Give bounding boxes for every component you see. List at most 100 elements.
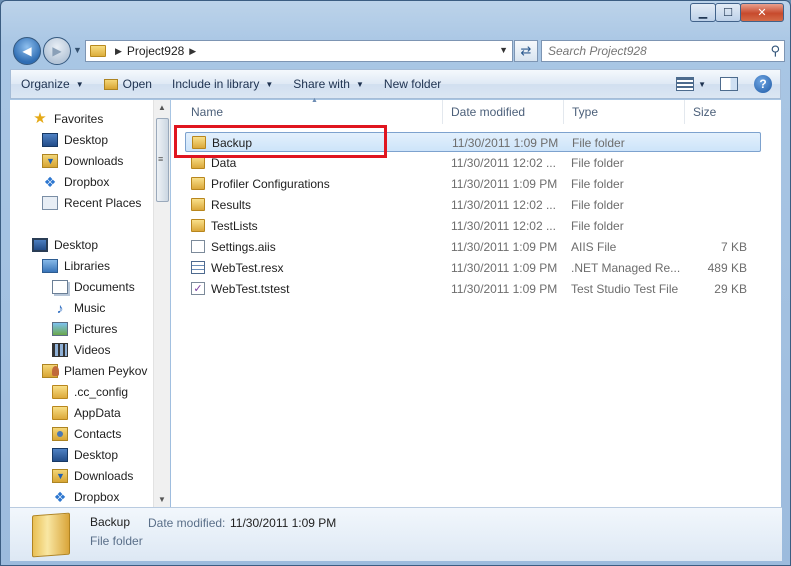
- minimize-button[interactable]: ▁: [690, 3, 716, 22]
- sidebar-item-label: Downloads: [74, 469, 134, 483]
- file-row-testlists[interactable]: TestLists 11/30/2011 12:02 ... File fold…: [185, 216, 761, 236]
- dropbox-icon: ❖: [43, 174, 57, 190]
- file-type: File folder: [571, 198, 624, 212]
- desktop-icon: [32, 238, 48, 252]
- folder-icon: [191, 219, 205, 232]
- sidebar-item-label: Music: [74, 301, 106, 315]
- sidebar-item-appdata[interactable]: AppData: [52, 403, 121, 423]
- document-icon: [191, 240, 205, 253]
- sidebar-item-label: Desktop: [54, 238, 99, 252]
- sidebar-item-desktop[interactable]: Desktop: [42, 130, 108, 150]
- details-item-type: File folder: [90, 534, 143, 548]
- folder-icon: [90, 45, 106, 57]
- chevron-down-icon: ▼: [265, 79, 274, 89]
- file-type: File folder: [572, 136, 625, 150]
- folder-icon: [52, 385, 68, 399]
- sidebar-item-cc-config[interactable]: .cc_config: [52, 382, 128, 402]
- desktop-folder-icon: [52, 448, 68, 462]
- file-row-webtest-resx[interactable]: WebTest.resx 11/30/2011 1:09 PM .NET Man…: [185, 258, 761, 278]
- sidebar-item-downloads[interactable]: Downloads: [42, 151, 123, 171]
- navigation-pane-scrollbar[interactable]: ▲ ≡ ▼: [153, 100, 170, 507]
- sidebar-item-label: Videos: [74, 343, 111, 357]
- sidebar-item-label: .cc_config: [74, 385, 129, 399]
- address-bar[interactable]: ▶ Project928 ▶ ▼: [85, 40, 513, 62]
- history-dropdown-icon[interactable]: ▼: [73, 45, 83, 55]
- videos-icon: [52, 343, 68, 357]
- chevron-down-icon: ▼: [355, 79, 364, 89]
- chevron-right-icon[interactable]: ▶: [189, 46, 196, 57]
- downloads-icon: [42, 154, 58, 168]
- file-row-profiler-configurations[interactable]: Profiler Configurations 11/30/2011 1:09 …: [185, 174, 761, 194]
- column-header-size[interactable]: Size: [685, 100, 761, 124]
- file-type: AIIS File: [571, 240, 617, 254]
- file-name: TestLists: [211, 219, 258, 233]
- file-name: Profiler Configurations: [211, 177, 330, 191]
- sidebar-item-dropbox[interactable]: ❖ Dropbox: [42, 172, 110, 192]
- search-input[interactable]: [548, 44, 758, 58]
- include-in-library-menu[interactable]: Include in library ▼: [162, 70, 283, 98]
- preview-pane-icon[interactable]: [720, 77, 738, 91]
- chevron-right-icon[interactable]: ▶: [115, 46, 122, 57]
- forward-button[interactable]: ▶: [43, 37, 71, 65]
- details-date-label: Date modified:: [148, 516, 226, 530]
- sidebar-item-desktop-root[interactable]: Desktop: [32, 235, 98, 255]
- new-folder-label: New folder: [383, 77, 442, 91]
- file-size: 489 KB: [707, 261, 747, 275]
- file-name: Results: [211, 198, 252, 212]
- breadcrumb-project928[interactable]: Project928: [127, 44, 184, 58]
- share-with-menu[interactable]: Share with ▼: [283, 70, 374, 98]
- file-date: 11/30/2011 1:09 PM: [451, 240, 558, 254]
- column-header-name[interactable]: Name: [183, 100, 443, 124]
- file-date: 11/30/2011 1:09 PM: [451, 282, 558, 296]
- sidebar-item-label: Dropbox: [64, 175, 110, 189]
- sidebar-item-user-dropbox[interactable]: ❖ Dropbox: [52, 487, 120, 507]
- file-row-webtest-tstest[interactable]: ✓ WebTest.tstest 11/30/2011 1:09 PM Test…: [185, 279, 761, 299]
- sidebar-item-recent-places[interactable]: Recent Places: [42, 193, 141, 213]
- search-icon[interactable]: ⚲: [770, 43, 780, 59]
- sidebar-item-contacts[interactable]: Contacts: [52, 424, 121, 444]
- tstest-icon: ✓: [191, 282, 205, 295]
- sidebar-item-label: Downloads: [64, 154, 124, 168]
- folder-icon: [191, 198, 205, 211]
- scroll-up-icon[interactable]: ▲: [158, 103, 166, 112]
- column-header-date-modified[interactable]: Date modified: [443, 100, 564, 124]
- view-options-dropdown-icon[interactable]: ▼: [698, 80, 706, 89]
- file-row-settings-aiis[interactable]: Settings.aiis 11/30/2011 1:09 PM AIIS Fi…: [185, 237, 761, 257]
- close-button[interactable]: ✕: [740, 3, 784, 22]
- file-row-results[interactable]: Results 11/30/2011 12:02 ... File folder: [185, 195, 761, 215]
- sidebar-item-music[interactable]: ♪ Music: [52, 298, 106, 318]
- open-button[interactable]: Open: [94, 70, 162, 98]
- file-type: File folder: [571, 219, 624, 233]
- help-icon[interactable]: ?: [754, 75, 772, 93]
- refresh-button[interactable]: ⇄: [514, 40, 538, 62]
- maximize-button[interactable]: ☐: [715, 3, 741, 22]
- sidebar-item-favorites[interactable]: ★ Favorites: [32, 109, 103, 129]
- details-pane: Backup Date modified: 11/30/2011 1:09 PM…: [10, 507, 782, 561]
- file-date: 11/30/2011 12:02 ...: [451, 219, 556, 233]
- documents-icon: [52, 280, 68, 294]
- back-button[interactable]: ◀: [13, 37, 41, 65]
- file-name: WebTest.tstest: [211, 282, 290, 296]
- file-name: Data: [211, 156, 237, 170]
- sidebar-item-user-folder[interactable]: Plamen Peykov: [42, 361, 147, 381]
- folder-icon: [52, 406, 68, 420]
- contacts-icon: [52, 427, 68, 441]
- scrollbar-grip-icon: ≡: [158, 154, 164, 164]
- details-item-name: Backup: [90, 515, 131, 529]
- address-dropdown-icon[interactable]: ▼: [499, 45, 508, 55]
- sidebar-item-pictures[interactable]: Pictures: [52, 319, 117, 339]
- sidebar-item-user-downloads[interactable]: Downloads: [52, 466, 133, 486]
- organize-menu[interactable]: Organize ▼: [11, 70, 94, 98]
- dropbox-icon: ❖: [53, 489, 67, 505]
- sidebar-item-user-desktop[interactable]: Desktop: [52, 445, 118, 465]
- sidebar-item-videos[interactable]: Videos: [52, 340, 110, 360]
- column-header-type[interactable]: Type: [564, 100, 685, 124]
- file-date: 11/30/2011 1:09 PM: [451, 261, 558, 275]
- change-view-icon[interactable]: [676, 77, 695, 91]
- search-box[interactable]: ⚲: [541, 40, 785, 62]
- scroll-down-icon[interactable]: ▼: [158, 495, 166, 504]
- new-folder-button[interactable]: New folder: [374, 70, 451, 98]
- file-type: File folder: [571, 177, 624, 191]
- sidebar-item-libraries[interactable]: Libraries: [42, 256, 110, 276]
- sidebar-item-documents[interactable]: Documents: [52, 277, 135, 297]
